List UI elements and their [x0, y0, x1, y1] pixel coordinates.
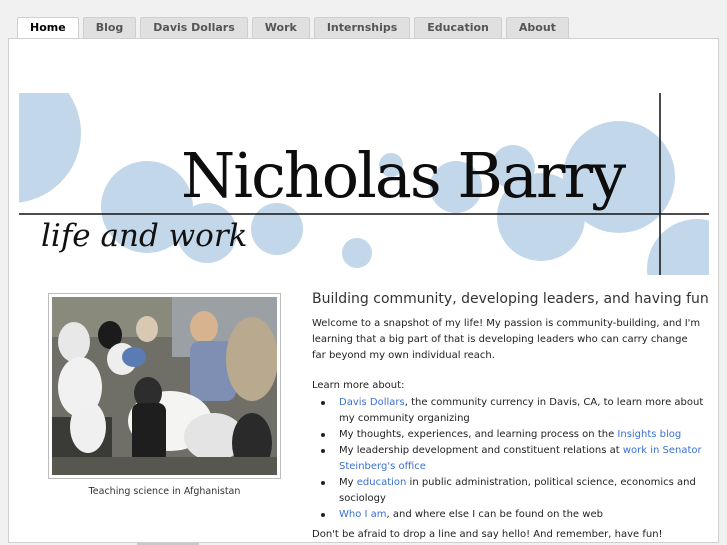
list-item: My thoughts, experiences, and learning p… — [312, 427, 704, 443]
tab-about[interactable]: About — [505, 17, 569, 38]
tab-home[interactable]: Home — [17, 17, 79, 39]
list-item: My education in public administration, p… — [312, 475, 704, 507]
list-item-text: My — [339, 477, 357, 488]
site-tagline: life and work — [41, 218, 248, 254]
learn-more-label: Learn more about: — [312, 380, 405, 391]
photo-frame — [48, 293, 281, 479]
list-item-text: My thoughts, experiences, and learning p… — [339, 429, 618, 440]
learn-more-list: Davis Dollars, the community currency in… — [312, 395, 704, 523]
photo-caption: Teaching science in Afghanistan — [88, 486, 241, 497]
tab-education[interactable]: Education — [414, 17, 502, 38]
tab-internships[interactable]: Internships — [313, 17, 411, 38]
list-item-text: , and where else I can be found on the w… — [386, 509, 603, 520]
tab-work[interactable]: Work — [251, 17, 310, 38]
insights-blog-link[interactable]: Insights blog — [617, 429, 681, 440]
education-link[interactable]: education — [357, 477, 407, 488]
photo-image — [52, 297, 277, 475]
list-item: My leadership development and constituen… — [312, 443, 704, 475]
who-i-am-link[interactable]: Who I am — [339, 509, 387, 520]
tab-bar: Home Blog Davis Dollars Work Internships… — [17, 17, 569, 39]
header-banner: Nicholas Barry life and work — [19, 93, 709, 275]
content-card: Nicholas Barry life and work Teaching sc… — [8, 38, 719, 543]
site-title: Nicholas Barry — [181, 139, 626, 212]
tab-davis-dollars[interactable]: Davis Dollars — [140, 17, 248, 38]
intro-paragraph: Welcome to a snapshot of my life! My pas… — [312, 318, 701, 361]
list-item-text: My leadership development and constituen… — [339, 445, 623, 456]
closing-paragraph: Don't be afraid to drop a line and say h… — [312, 529, 663, 540]
tab-blog[interactable]: Blog — [82, 17, 137, 38]
list-item: Davis Dollars, the community currency in… — [312, 395, 704, 427]
list-item: Who I am, and where else I can be found … — [312, 507, 704, 523]
page-headline: Building community, developing leaders, … — [312, 291, 709, 307]
davis-dollars-link[interactable]: Davis Dollars — [339, 397, 405, 408]
main-content: Building community, developing leaders, … — [312, 291, 709, 542]
